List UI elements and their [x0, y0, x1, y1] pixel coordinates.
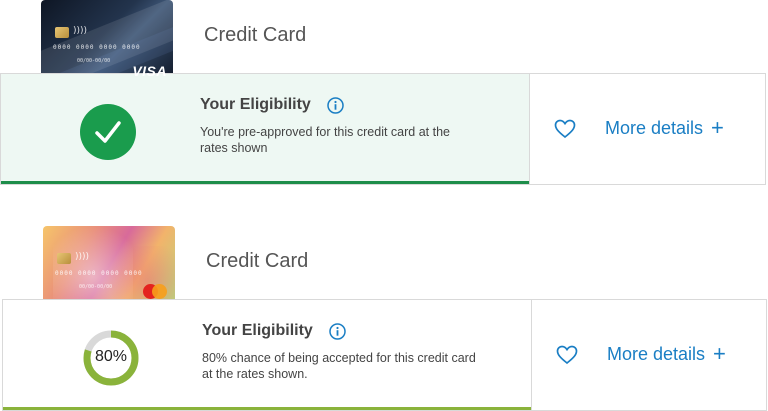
- info-icon[interactable]: [329, 323, 346, 340]
- card-number: 0000 0000 0000 0000: [53, 44, 141, 51]
- gauge-percent: 80%: [94, 348, 128, 365]
- visa-logo: VISA: [132, 63, 167, 79]
- card-expiry: 00/00-00/00: [77, 58, 111, 64]
- card-offer: )))) 0000 0000 0000 0000 00/00-00/00 VIS…: [0, 0, 768, 186]
- mastercard-logo: [143, 284, 167, 299]
- card-image[interactable]: )))) 0000 0000 0000 0000 00/00-00/00 VIS…: [41, 0, 173, 82]
- actions-section: More details +: [529, 74, 765, 184]
- actions-section: More details +: [531, 300, 766, 410]
- eligibility-title: Your Eligibility: [200, 96, 311, 113]
- card-number: 0000 0000 0000 0000: [55, 270, 143, 277]
- offer-panel: Your Eligibility You're pre-approved for…: [0, 73, 766, 185]
- eligibility-title: Your Eligibility: [202, 322, 313, 339]
- heart-icon[interactable]: [556, 345, 578, 365]
- more-details-label: More details: [605, 118, 704, 138]
- check-icon: [80, 104, 136, 160]
- eligibility-description: 80% chance of being accepted for this cr…: [202, 351, 476, 381]
- plus-icon: +: [713, 341, 726, 366]
- contactless-icon: )))): [75, 252, 90, 262]
- offer-panel: 80% Your Eligibility 80% chance of being…: [2, 299, 767, 411]
- eligibility-section: 80% Your Eligibility 80% chance of being…: [3, 300, 531, 410]
- contactless-icon: )))): [73, 26, 88, 36]
- more-details-label: More details: [607, 344, 706, 364]
- acceptance-gauge: 80%: [83, 330, 139, 386]
- card-chip: [55, 27, 69, 38]
- card-title[interactable]: Credit Card: [204, 24, 306, 47]
- card-chip: [57, 253, 71, 264]
- info-icon[interactable]: [327, 97, 344, 114]
- card-offer: )))) 0000 0000 0000 0000 00/00-00/00 Cre…: [0, 226, 768, 411]
- eligibility-section: Your Eligibility You're pre-approved for…: [1, 74, 529, 184]
- more-details-link[interactable]: More details +: [605, 115, 724, 140]
- heart-icon[interactable]: [554, 119, 576, 139]
- card-expiry: 00/00-00/00: [79, 284, 113, 290]
- card-title[interactable]: Credit Card: [206, 250, 308, 273]
- plus-icon: +: [711, 115, 724, 140]
- more-details-link[interactable]: More details +: [607, 341, 726, 366]
- eligibility-description: You're pre-approved for this credit card…: [200, 125, 450, 155]
- card-image[interactable]: )))) 0000 0000 0000 0000 00/00-00/00: [43, 226, 175, 308]
